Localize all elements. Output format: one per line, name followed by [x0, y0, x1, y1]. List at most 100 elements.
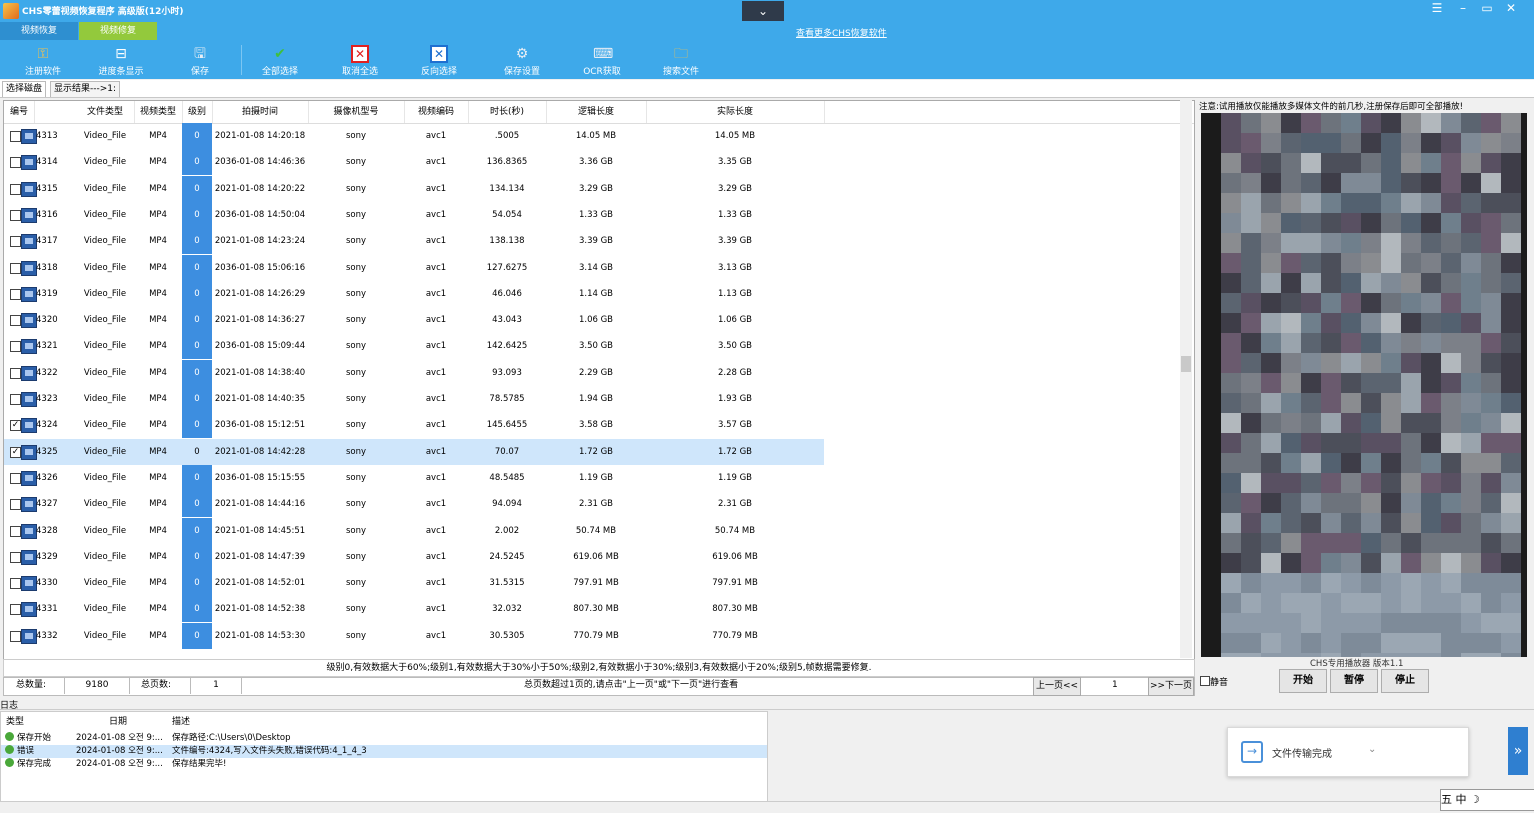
- cell-time: 2021-01-08 14:40:35: [214, 394, 306, 404]
- row-checkbox[interactable]: [10, 262, 21, 274]
- row-checkbox[interactable]: [10, 367, 21, 379]
- row-checkbox[interactable]: [10, 578, 21, 590]
- row-checkbox[interactable]: [10, 551, 21, 563]
- close-button[interactable]: ✕: [1500, 0, 1522, 18]
- cell-level: 0: [182, 543, 212, 570]
- col-logical-size[interactable]: 逻辑长度: [546, 101, 647, 123]
- ime-indicator[interactable]: 五 中 ☽: [1440, 789, 1534, 811]
- row-checkbox[interactable]: [10, 341, 21, 353]
- table-row[interactable]: 4314 Video_File MP4 0 2036-01-08 14:46:36 son…: [4, 149, 1194, 176]
- ocr-button[interactable]: ⌨ OCR获取: [567, 43, 637, 77]
- cell-model: sony: [345, 341, 367, 352]
- table-row[interactable]: 4315 Video_File MP4 0 2021-01-08 14:20:22 son…: [4, 175, 1194, 202]
- save-settings-button[interactable]: ⚙ 保存设置: [487, 43, 557, 77]
- table-row[interactable]: 4318 Video_File MP4 0 2036-01-08 15:06:16 son…: [4, 254, 1194, 281]
- col-codec[interactable]: 视频编码: [404, 101, 469, 123]
- current-page-input[interactable]: 1: [1112, 677, 1118, 694]
- deselect-all-button[interactable]: ✕ 取消全选: [325, 43, 395, 77]
- table-row[interactable]: ✓ 4325 Video_File MP4 0 2021-01-08 14:42:28 so…: [4, 438, 824, 465]
- table-row[interactable]: ✓ 4324 Video_File MP4 0 2036-01-08 15:12:51 so…: [4, 412, 1194, 439]
- chevron-down-icon[interactable]: ⌄: [1368, 744, 1376, 755]
- table-scrollbar[interactable]: [1180, 100, 1192, 658]
- video-preview[interactable]: [1201, 113, 1527, 657]
- progress-display-button[interactable]: ⊟ 进度条显示: [86, 43, 156, 77]
- invert-selection-button[interactable]: ✕ 反向选择: [404, 43, 474, 77]
- mute-checkbox[interactable]: 静音: [1200, 675, 1228, 688]
- log-row[interactable]: 保存完成 2024-01-08 오전 9:... 保存结果完毕!: [1, 758, 767, 771]
- table-row[interactable]: 4322 Video_File MP4 0 2021-01-08 14:38:40 son…: [4, 359, 1194, 386]
- collapse-chevron-button[interactable]: ⌄: [742, 1, 784, 21]
- table-row[interactable]: 4326 Video_File MP4 0 2036-01-08 15:15:55 son…: [4, 464, 1194, 491]
- row-checkbox[interactable]: [10, 288, 21, 300]
- row-checkbox[interactable]: [10, 525, 21, 537]
- video-pixel: [1341, 513, 1361, 533]
- table-row[interactable]: 4321 Video_File MP4 0 2036-01-08 15:09:44 son…: [4, 333, 1194, 360]
- pause-button[interactable]: 暂停: [1330, 669, 1378, 693]
- col-id[interactable]: 编号: [4, 101, 35, 123]
- play-button[interactable]: 开始: [1279, 669, 1327, 693]
- col-duration[interactable]: 时长(秒): [468, 101, 547, 123]
- table-row[interactable]: 4329 Video_File MP4 0 2021-01-08 14:47:39 son…: [4, 543, 1194, 570]
- table-row[interactable]: 4323 Video_File MP4 0 2021-01-08 14:40:35 son…: [4, 386, 1194, 412]
- register-button[interactable]: ⚿ 注册软件: [8, 43, 78, 77]
- table-row[interactable]: 4317 Video_File MP4 0 2021-01-08 14:23:24 son…: [4, 228, 1194, 255]
- col-file-type[interactable]: 文件类型: [76, 101, 135, 123]
- table-row[interactable]: 4319 Video_File MP4 0 2021-01-08 14:26:29 son…: [4, 280, 1194, 307]
- next-page-button[interactable]: >>下一页: [1148, 677, 1194, 696]
- row-checkbox[interactable]: [10, 157, 21, 169]
- side-expand-button[interactable]: »: [1508, 727, 1528, 775]
- transfer-toast[interactable]: [1227, 727, 1469, 777]
- maximize-button[interactable]: ▭: [1476, 0, 1498, 18]
- menu-icon[interactable]: ☰: [1426, 0, 1448, 18]
- table-row[interactable]: 4332 Video_File MP4 0 2021-01-08 14:53:30 son…: [4, 622, 1194, 649]
- stop-button[interactable]: 停止: [1381, 669, 1429, 693]
- row-checkbox[interactable]: [10, 604, 21, 616]
- tab-video-recover[interactable]: 视频恢复: [0, 22, 78, 40]
- table-row[interactable]: 4331 Video_File MP4 0 2021-01-08 14:52:38 son…: [4, 596, 1194, 623]
- toolbar-divider: [241, 45, 242, 75]
- table-row[interactable]: 4328 Video_File MP4 0 2021-01-08 14:45:51 son…: [4, 517, 1194, 544]
- row-checkbox[interactable]: ✓: [10, 420, 21, 432]
- table-row[interactable]: 4327 Video_File MP4 0 2021-01-08 14:44:16 son…: [4, 491, 1194, 518]
- table-row[interactable]: 4316 Video_File MP4 0 2036-01-08 14:50:04 son…: [4, 201, 1194, 228]
- log-row[interactable]: 保存开始 2024-01-08 오전 9:... 保存路径:C:\Users\0\D…: [1, 732, 767, 745]
- minimize-button[interactable]: –: [1452, 0, 1474, 18]
- row-checkbox[interactable]: [10, 472, 21, 484]
- row-checkbox[interactable]: [10, 236, 21, 248]
- scrollbar-thumb[interactable]: [1181, 356, 1191, 372]
- video-pixel: [1481, 633, 1501, 653]
- col-capture-time[interactable]: 拍摄时间: [212, 101, 309, 123]
- video-pixel: [1501, 253, 1521, 273]
- col-video-type[interactable]: 视频类型: [134, 101, 183, 123]
- log-row[interactable]: 错误 2024-01-08 오전 9:... 文件编号:4324,写入文件头失败,错…: [1, 745, 767, 758]
- row-checkbox[interactable]: [10, 183, 21, 195]
- tab-video-repair[interactable]: 视频修复: [79, 22, 157, 40]
- select-all-button[interactable]: ✔ 全部选择: [245, 43, 315, 77]
- cell-actual: 1.13 GB: [717, 288, 753, 299]
- save-button[interactable]: 🖫 保存: [165, 43, 235, 77]
- prev-page-button[interactable]: 上一页<<: [1033, 677, 1081, 696]
- row-checkbox[interactable]: [10, 499, 21, 511]
- video-pixel: [1301, 453, 1321, 473]
- row-checkbox[interactable]: [10, 630, 21, 642]
- mute-checkbox-box[interactable]: [1200, 676, 1210, 686]
- col-camera-model[interactable]: 摄像机型号: [308, 101, 405, 123]
- video-pixel: [1461, 273, 1481, 293]
- row-checkbox[interactable]: [10, 394, 21, 405]
- table-row[interactable]: 4320 Video_File MP4 0 2021-01-08 14:36:27 son…: [4, 307, 1194, 334]
- table-row[interactable]: 4313 Video_File MP4 0 2021-01-08 14:20:18 son…: [4, 123, 1194, 149]
- col-actual-size[interactable]: 实际长度: [646, 101, 825, 123]
- col-level[interactable]: 级别: [182, 101, 213, 123]
- tab-select-disk[interactable]: 选择磁盘: [2, 81, 47, 97]
- search-file-button[interactable]: 🗀 搜索文件: [646, 43, 716, 77]
- row-checkbox[interactable]: [10, 315, 21, 327]
- video-pixel: [1341, 493, 1361, 513]
- video-pixel: [1361, 573, 1381, 593]
- tab-show-results[interactable]: 显示结果--->1:: [50, 81, 121, 97]
- row-checkbox[interactable]: ✓: [10, 446, 21, 458]
- row-checkbox[interactable]: [10, 131, 21, 142]
- more-software-link[interactable]: 查看更多CHS恢复软件: [796, 26, 887, 39]
- table-row[interactable]: 4330 Video_File MP4 0 2021-01-08 14:52:01 son…: [4, 570, 1194, 597]
- row-checkbox[interactable]: [10, 209, 21, 221]
- video-pixel: [1441, 513, 1461, 533]
